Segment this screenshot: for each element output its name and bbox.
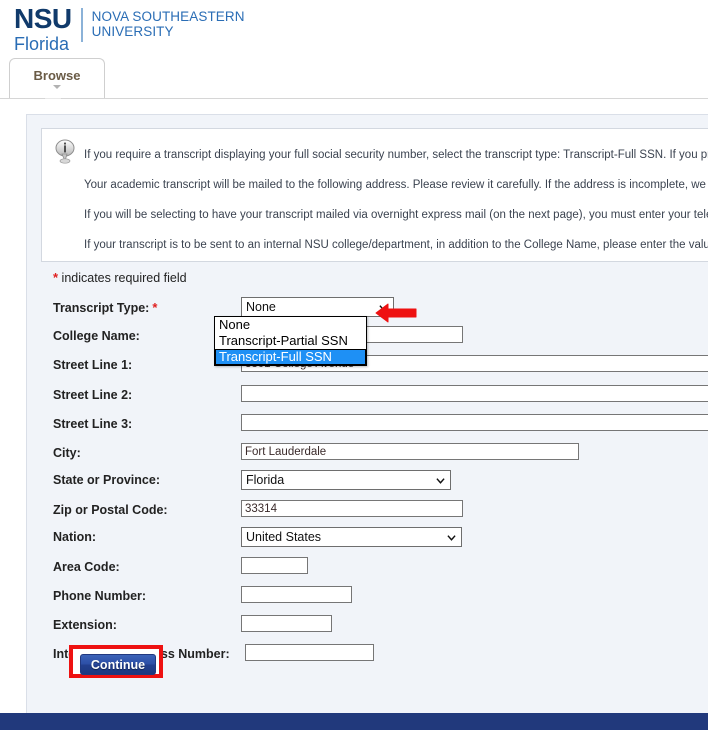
info-line-3: If you will be selecting to have your tr…: [84, 209, 708, 221]
info-panel: If you require a transcript displaying y…: [41, 128, 708, 262]
dropdown-option-partial-ssn[interactable]: Transcript-Partial SSN: [215, 333, 366, 349]
logo-left: NSU Florida: [14, 3, 72, 55]
tab-browse-label: Browse: [33, 67, 81, 83]
input-zip[interactable]: [241, 500, 463, 517]
input-extension[interactable]: [241, 615, 332, 632]
continue-button[interactable]: Continue: [80, 654, 156, 675]
chevron-down-icon: [436, 478, 445, 484]
logo-university-name: NOVA SOUTHEASTERN UNIVERSITY: [92, 6, 245, 39]
label-street-line-2: Street Line 2:: [53, 388, 133, 402]
info-line-2: Your academic transcript will be mailed …: [84, 179, 708, 191]
required-note-text: indicates required field: [58, 271, 187, 285]
label-transcript-type: Transcript Type: *: [53, 300, 157, 315]
field-row-transcript-type: Transcript Type: * None: [27, 297, 708, 326]
info-line-4: If your transcript is to be sent to an i…: [84, 239, 708, 252]
field-row-street-line-1: Street Line 1:: [27, 355, 708, 384]
required-field-note: * indicates required field: [53, 270, 187, 285]
label-state: State or Province:: [53, 473, 160, 487]
field-row-college-name: College Name:: [27, 326, 708, 355]
select-nation-value: United States: [246, 530, 322, 544]
label-phone-number: Phone Number:: [53, 589, 147, 603]
label-college-name: College Name:: [53, 329, 140, 343]
label-nation: Nation:: [53, 530, 97, 544]
info-icon: [55, 139, 75, 164]
select-state-value: Florida: [246, 473, 285, 487]
label-city: City:: [53, 446, 81, 460]
logo-name-line-2: UNIVERSITY: [91, 24, 174, 39]
input-area-code[interactable]: [241, 557, 308, 574]
dropdown-option-full-ssn[interactable]: Transcript-Full SSN: [215, 349, 366, 365]
input-city[interactable]: [241, 443, 579, 460]
content-card: If you require a transcript displaying y…: [26, 114, 708, 714]
label-street-line-1: Street Line 1:: [53, 358, 133, 372]
label-zip: Zip or Postal Code:: [53, 503, 168, 517]
page-root: NSU Florida NOVA SOUTHEASTERN UNIVERSITY…: [0, 0, 708, 730]
footer-bar: [0, 713, 708, 730]
info-line-4-prefix: If your transcript is to be sent to an i…: [84, 239, 708, 251]
chevron-down-icon: [53, 84, 61, 89]
select-transcript-type-value: None: [246, 300, 276, 314]
input-intl-access[interactable]: [245, 644, 374, 661]
field-row-city: City:: [27, 443, 708, 472]
logo-mark-text: NSU: [14, 3, 72, 34]
info-text-block: If you require a transcript displaying y…: [84, 149, 708, 261]
input-street-line-2[interactable]: [241, 385, 708, 402]
field-row-street-line-2: Street Line 2:: [27, 385, 708, 414]
input-phone-number[interactable]: [241, 586, 352, 603]
label-transcript-type-text: Transcript Type:: [53, 301, 150, 315]
site-header: NSU Florida NOVA SOUTHEASTERN UNIVERSITY: [0, 0, 708, 57]
left-arrow-annotation-icon: [375, 303, 417, 323]
field-row-zip: Zip or Postal Code:: [27, 500, 708, 529]
field-row-phone-number: Phone Number:: [27, 586, 708, 615]
label-street-line-3: Street Line 3:: [53, 417, 133, 431]
field-row-extension: Extension:: [27, 615, 708, 644]
field-row-area-code: Area Code:: [27, 557, 708, 586]
info-line-1: If you require a transcript displaying y…: [84, 149, 708, 161]
chevron-down-icon: [447, 535, 456, 541]
field-row-state: State or Province: Florida: [27, 470, 708, 499]
field-row-nation: Nation: United States: [27, 527, 708, 556]
select-transcript-type[interactable]: None: [241, 297, 394, 317]
input-street-line-3[interactable]: [241, 414, 708, 431]
select-state[interactable]: Florida: [241, 470, 451, 490]
logo-sub-text: Florida: [14, 34, 70, 54]
field-row-street-line-3: Street Line 3:: [27, 414, 708, 443]
label-area-code: Area Code:: [53, 560, 120, 574]
dropdown-option-none[interactable]: None: [215, 317, 366, 333]
transcript-type-required-asterisk: *: [152, 300, 158, 315]
transcript-type-dropdown-list[interactable]: None Transcript-Partial SSN Transcript-F…: [214, 316, 367, 366]
page-body: If you require a transcript displaying y…: [0, 99, 708, 714]
continue-highlight-box: Continue: [69, 645, 163, 678]
logo-name-line-1: NOVA SOUTHEASTERN: [91, 9, 245, 24]
logo-divider: [80, 8, 83, 42]
label-extension: Extension:: [53, 618, 117, 632]
tab-browse[interactable]: Browse: [9, 58, 105, 98]
tab-bar: Browse: [0, 57, 708, 105]
nsu-logo[interactable]: NSU Florida NOVA SOUTHEASTERN UNIVERSITY: [14, 3, 245, 55]
select-nation[interactable]: United States: [241, 527, 462, 547]
